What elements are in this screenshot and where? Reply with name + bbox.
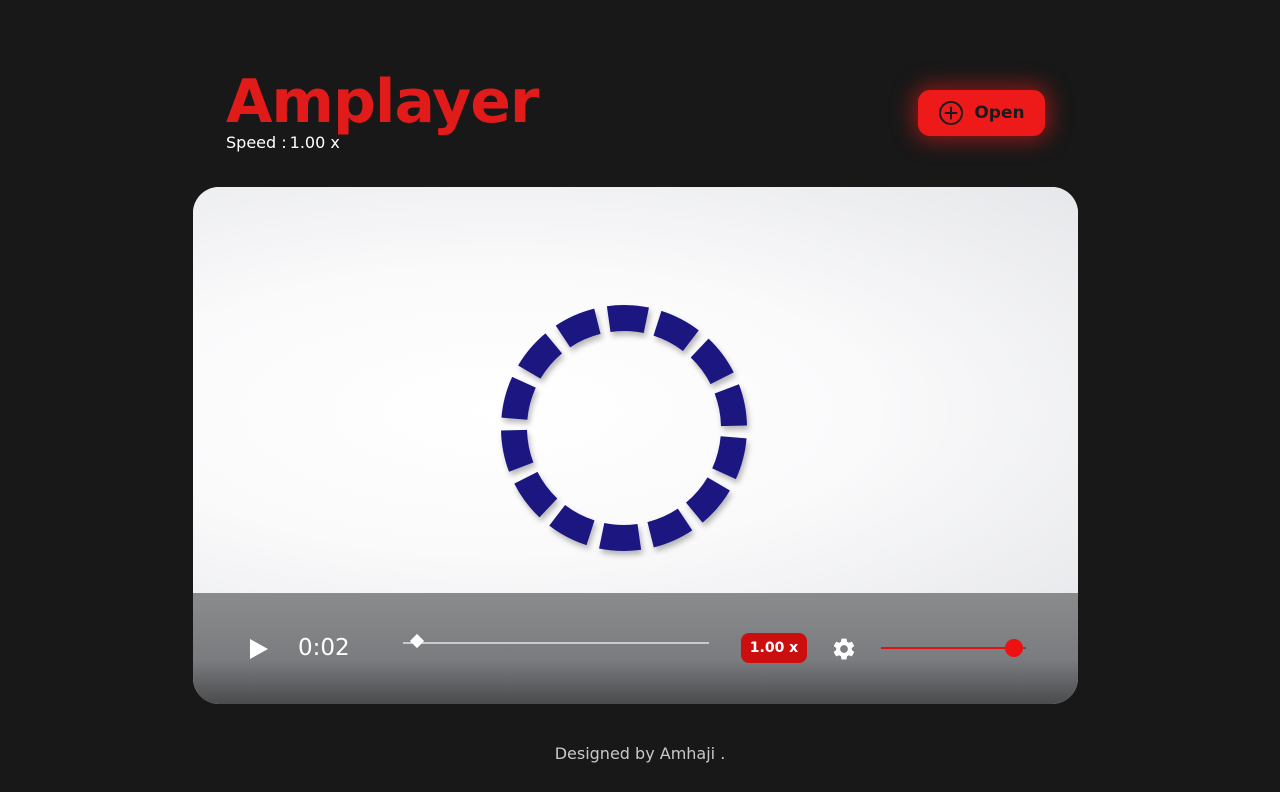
current-time: 0:02 xyxy=(298,635,350,661)
video-frame-ring xyxy=(501,305,747,551)
ring-segment xyxy=(599,522,642,551)
ring-segment xyxy=(549,505,595,546)
volume-fill xyxy=(881,647,1015,649)
ring-segment xyxy=(518,333,563,379)
volume-slider[interactable] xyxy=(881,636,1026,660)
seek-handle[interactable] xyxy=(409,633,424,649)
speed-readout: Speed :1.00 x xyxy=(226,132,340,154)
ring-segment xyxy=(690,338,734,385)
open-button-label: Open xyxy=(974,103,1025,123)
controls-bar: 0:02 1.00 x xyxy=(193,593,1078,704)
open-button[interactable]: Open xyxy=(918,90,1045,136)
gear-icon[interactable] xyxy=(831,636,857,662)
volume-thumb[interactable] xyxy=(1005,639,1024,657)
play-icon[interactable] xyxy=(245,636,271,662)
ring-segment xyxy=(647,508,693,548)
ring-segment xyxy=(555,308,601,348)
video-player: 0:02 1.00 x xyxy=(193,187,1078,704)
speed-readout-value: 1.00 x xyxy=(289,133,340,152)
ring-segment xyxy=(685,477,730,523)
ring-segment xyxy=(501,429,534,472)
footer-credit: Designed by Amhaji . xyxy=(554,744,726,763)
ring-segment xyxy=(501,376,536,420)
speed-button[interactable]: 1.00 x xyxy=(741,633,807,663)
ring-segment xyxy=(714,384,747,427)
seek-bar[interactable] xyxy=(403,627,709,657)
app-title: Amplayer xyxy=(226,67,540,137)
ring-segment xyxy=(712,436,747,480)
app-root: Amplayer Speed :1.00 x Open 0:02 1.00 x … xyxy=(0,0,1280,792)
seek-track xyxy=(403,642,709,644)
ring-segment xyxy=(514,471,558,518)
video-display[interactable] xyxy=(193,187,1078,593)
plus-circle-icon xyxy=(939,101,964,125)
ring-segment xyxy=(606,305,649,334)
speed-readout-label: Speed : xyxy=(226,133,287,152)
ring-segment xyxy=(653,310,699,351)
